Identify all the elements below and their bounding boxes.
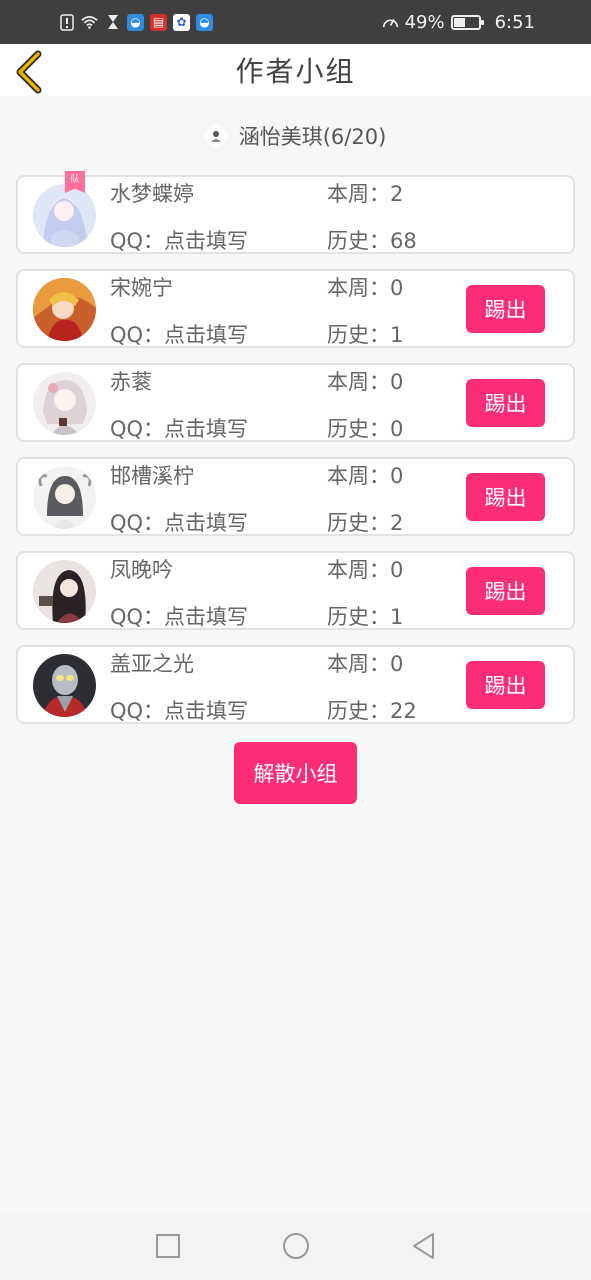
kick-button[interactable]: 踢出 bbox=[466, 379, 545, 427]
member-name: 盖亚之光 bbox=[110, 652, 194, 676]
app-icon: ◒ bbox=[196, 13, 213, 31]
triangle-back-icon bbox=[412, 1233, 434, 1259]
avatar[interactable] bbox=[33, 278, 96, 341]
qq-field[interactable]: QQ：点击填写 bbox=[110, 319, 248, 349]
circle-icon bbox=[282, 1233, 309, 1259]
member-name: 宋婉宁 bbox=[110, 276, 173, 300]
qq-field[interactable]: QQ：点击填写 bbox=[110, 601, 248, 631]
kick-button[interactable]: 踢出 bbox=[466, 661, 545, 709]
avatar[interactable] bbox=[33, 654, 96, 717]
avatar[interactable] bbox=[33, 560, 96, 623]
kick-button[interactable]: 踢出 bbox=[466, 473, 545, 521]
member-list: 队 水梦蝶婷 QQ：点击填写 本周：2 历史：68 宋婉宁 QQ：点击填写 本周… bbox=[16, 171, 575, 739]
back-nav-button[interactable] bbox=[404, 1226, 444, 1266]
kick-button[interactable]: 踢出 bbox=[466, 285, 545, 333]
member-name: 凤晚吟 bbox=[110, 558, 173, 582]
weekly-count: 本周：0 bbox=[327, 370, 404, 394]
qq-field[interactable]: QQ：点击填写 bbox=[110, 507, 248, 537]
hourglass-icon bbox=[104, 14, 121, 31]
qq-field[interactable]: QQ：点击填写 bbox=[110, 695, 248, 725]
square-icon bbox=[155, 1234, 180, 1258]
history-count: 历史：0 bbox=[327, 417, 404, 441]
member-card: 邯槽溪柠 QQ：点击填写 本周：0 历史：2 踢出 bbox=[16, 457, 575, 536]
app-icon: ◒ bbox=[127, 13, 144, 31]
history-count: 历史：68 bbox=[327, 229, 417, 253]
qq-field[interactable]: QQ：点击填写 bbox=[110, 413, 248, 443]
status-bar: ◒ ▤ ✿ ◒ 49% 6:51 bbox=[0, 0, 591, 44]
dissolve-group-button[interactable]: 解散小组 bbox=[234, 742, 357, 804]
member-card: 宋婉宁 QQ：点击填写 本周：0 历史：1 踢出 bbox=[16, 269, 575, 348]
back-button[interactable] bbox=[12, 50, 52, 94]
book-app-icon: ▤ bbox=[150, 13, 167, 31]
battery-fill bbox=[453, 17, 466, 27]
weekly-count: 本周：0 bbox=[327, 276, 404, 300]
system-nav-bar bbox=[0, 1212, 591, 1280]
header: 作者小组 bbox=[0, 44, 591, 96]
member-card: 盖亚之光 QQ：点击填写 本周：0 历史：22 踢出 bbox=[16, 645, 575, 724]
alert-icon bbox=[58, 13, 75, 31]
clock: 6:51 bbox=[494, 11, 535, 33]
member-card: 队 水梦蝶婷 QQ：点击填写 本周：2 历史：68 bbox=[16, 171, 575, 255]
member-card: 凤晚吟 QQ：点击填写 本周：0 历史：1 踢出 bbox=[16, 551, 575, 630]
home-button[interactable] bbox=[276, 1226, 316, 1266]
status-icons-left: ◒ ▤ ✿ ◒ bbox=[58, 13, 213, 31]
battery-percent: 49% bbox=[404, 11, 445, 33]
page-title: 作者小组 bbox=[235, 55, 356, 88]
battery-icon bbox=[450, 14, 484, 30]
qq-field[interactable]: QQ：点击填写 bbox=[110, 225, 248, 255]
weekly-count: 本周：0 bbox=[327, 558, 404, 582]
member-name: 邯槽溪柠 bbox=[110, 464, 194, 488]
history-count: 历史：1 bbox=[327, 605, 404, 629]
group-info: 涵怡美琪(6/20) bbox=[0, 118, 591, 154]
weekly-count: 本周：2 bbox=[327, 182, 404, 206]
history-count: 历史：2 bbox=[327, 511, 404, 535]
recent-apps-button[interactable] bbox=[148, 1226, 188, 1266]
history-count: 历史：1 bbox=[327, 323, 404, 347]
weekly-count: 本周：0 bbox=[327, 464, 404, 488]
avatar[interactable] bbox=[33, 372, 96, 435]
member-card: 赤蓘 QQ：点击填写 本周：0 历史：0 踢出 bbox=[16, 363, 575, 442]
chevron-left-icon bbox=[16, 50, 42, 94]
avatar[interactable] bbox=[33, 466, 96, 529]
group-avatar bbox=[204, 125, 227, 147]
member-name: 赤蓘 bbox=[110, 370, 152, 394]
weekly-count: 本周：0 bbox=[327, 652, 404, 676]
history-count: 历史：22 bbox=[327, 699, 417, 723]
wifi-icon bbox=[81, 14, 98, 31]
member-name: 水梦蝶婷 bbox=[110, 182, 194, 206]
baidu-app-icon: ✿ bbox=[173, 13, 190, 31]
group-name: 涵怡美琪(6/20) bbox=[238, 125, 387, 149]
kick-button[interactable]: 踢出 bbox=[466, 567, 545, 615]
speed-icon bbox=[382, 14, 399, 31]
status-icons-right: 49% 6:51 bbox=[382, 12, 535, 33]
avatar[interactable] bbox=[33, 184, 96, 247]
